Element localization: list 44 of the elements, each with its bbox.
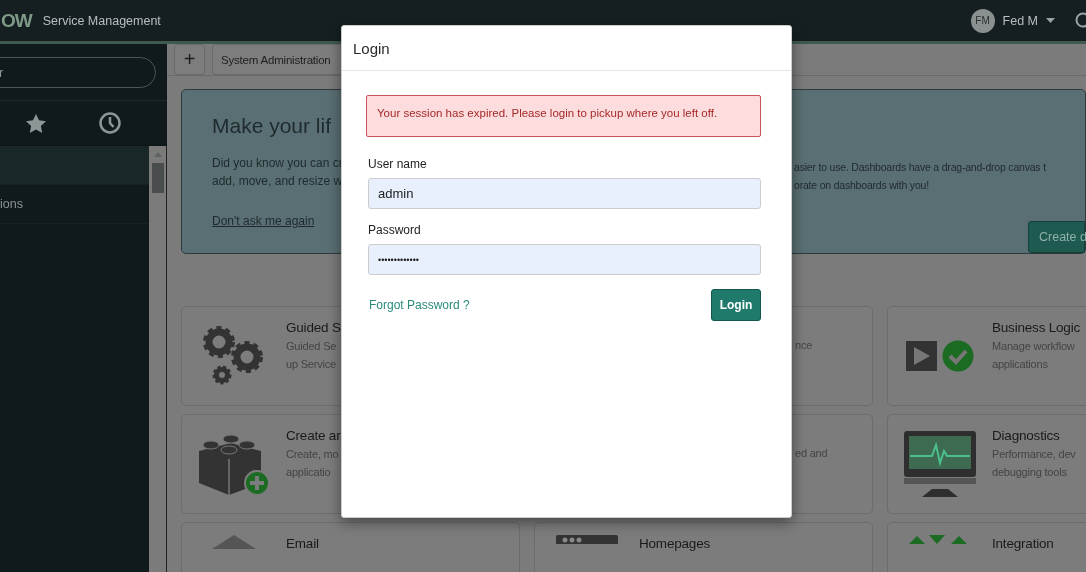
card-title: Integration [992,535,1054,553]
gears-icon [203,326,265,386]
banner-text: orate on dashboards with you! [794,178,930,193]
diamond-icon [212,535,256,549]
card[interactable]: Business Logic Manage workflow applications [887,306,1086,406]
card-title: Homepages [639,535,710,553]
banner-title: Make your lif [212,114,333,138]
card-description: applications [992,357,1049,372]
scrollbar[interactable] [149,146,167,572]
create-button[interactable]: Create d [1028,221,1085,253]
forgot-password-link[interactable]: Forgot Password ? [369,298,470,312]
card-title: Email [286,535,319,553]
error-alert: Your session has expired. Please login to pickup where you left off. [366,95,761,137]
clock-icon[interactable] [98,112,121,134]
field-label: Password [368,223,422,237]
card-title: Create ar [286,427,341,445]
search-icon[interactable] [1074,11,1086,30]
avatar[interactable]: FM [970,8,995,33]
caret-icon[interactable] [1046,18,1055,23]
logo[interactable]: OW [1,9,32,32]
card-description: Performance, dev [992,447,1076,462]
scroll-thumb[interactable] [151,163,164,193]
user-name[interactable]: Fed M [1002,13,1038,28]
login-button[interactable]: Login [711,289,761,321]
card[interactable]: Email [181,522,520,572]
monitor-icon [904,431,976,497]
card-title: Guided S [286,319,341,337]
password-field[interactable]: ••••••••••••• [368,244,761,275]
card[interactable]: Integration [887,522,1086,572]
star-icon[interactable] [26,113,47,133]
card[interactable]: Homepages [534,522,873,572]
play-check-icon [906,340,974,372]
banner-text: asier to use. Dashboards have a drag-and-drop canvas t [794,160,1046,175]
card-title: Business Logic [992,319,1080,337]
product-name: Service Management [42,13,161,28]
browser-icon [556,535,618,544]
add-button[interactable]: + [174,44,205,75]
card-description: Manage workflow [992,339,1076,354]
card-description: applicatio [286,465,332,480]
card-title: Diagnostics [992,427,1061,445]
username-field[interactable]: admin [368,178,761,209]
filter-field[interactable]: r [0,56,156,88]
field-label: User name [368,157,428,171]
card-description: Guided Se [286,339,338,354]
